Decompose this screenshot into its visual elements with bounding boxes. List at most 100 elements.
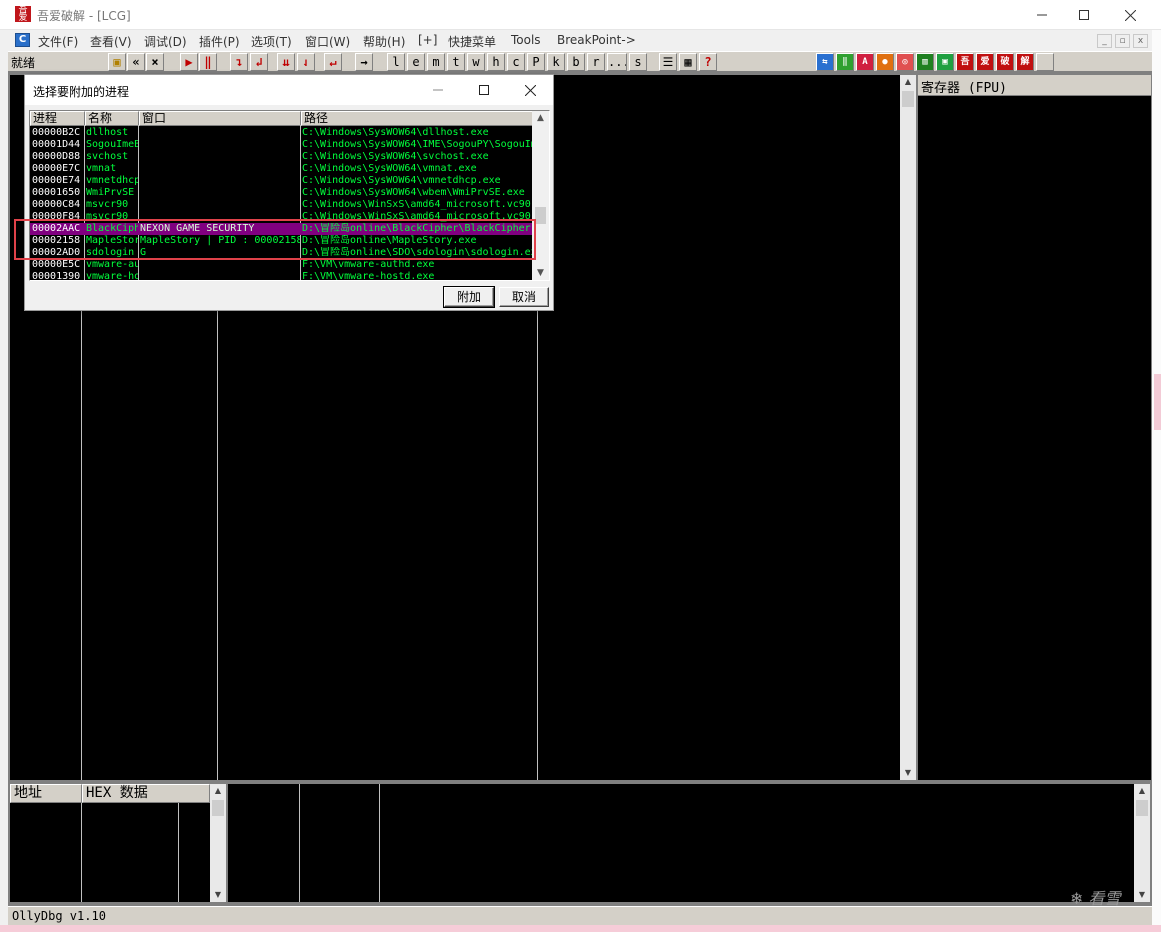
- scroll-down-icon[interactable]: ▼: [1134, 888, 1150, 902]
- stack-scrollbar[interactable]: ▲ ▼: [1134, 784, 1150, 902]
- mdi-close-button[interactable]: x: [1133, 34, 1148, 48]
- menu-window[interactable]: 窗口(W): [305, 33, 350, 50]
- appearance-icon[interactable]: ▦: [679, 53, 697, 71]
- tb-cpu-button[interactable]: c: [507, 53, 525, 71]
- tb-callstack-button[interactable]: k: [547, 53, 565, 71]
- close-debug-icon[interactable]: ×: [146, 53, 164, 71]
- scroll-up-icon[interactable]: ▲: [900, 75, 916, 89]
- tb-log-button[interactable]: l: [387, 53, 405, 71]
- scroll-thumb[interactable]: [1136, 800, 1148, 816]
- tb-breakpoints-button[interactable]: b: [567, 53, 585, 71]
- process-window: [140, 127, 300, 139]
- mdi-minimize-button[interactable]: _: [1097, 34, 1112, 48]
- tb-modules-button[interactable]: e: [407, 53, 425, 71]
- dump-scrollbar[interactable]: ▲ ▼: [210, 784, 226, 902]
- process-row[interactable]: 00000E5C vmware-authd F:\VM\vmware-authd.e…: [30, 259, 533, 271]
- menu-plugins[interactable]: 插件(P): [199, 33, 240, 50]
- tb-references-button[interactable]: r: [587, 53, 605, 71]
- menu-breakpoint[interactable]: BreakPoint->: [557, 33, 636, 47]
- maximize-button[interactable]: [1061, 0, 1107, 30]
- pause-plugin-icon[interactable]: ‖: [836, 53, 854, 71]
- scroll-up-icon[interactable]: ▲: [532, 111, 549, 125]
- menu-view[interactable]: 查看(V): [90, 33, 132, 50]
- menu-shortcuts[interactable]: 快捷菜单: [448, 33, 496, 50]
- tb-source-button[interactable]: s: [629, 53, 647, 71]
- process-row[interactable]: 00000B2C dllhost C:\Windows\SysWOW64\dllho…: [30, 127, 533, 139]
- minimize-button[interactable]: [1019, 0, 1065, 30]
- process-row[interactable]: 00000E7C vmnat C:\Windows\SysWOW64\vmnat.e…: [30, 163, 533, 175]
- scroll-down-icon[interactable]: ▼: [210, 888, 226, 902]
- tb-patches-button[interactable]: P: [527, 53, 545, 71]
- tb-handles-button[interactable]: h: [487, 53, 505, 71]
- circle-plugin-icon[interactable]: ●: [876, 53, 894, 71]
- col-header-pid[interactable]: 进程: [30, 111, 85, 126]
- watermark: ❄ 看雪: [1070, 889, 1121, 908]
- pause-icon[interactable]: ‖: [199, 53, 217, 71]
- scroll-down-icon[interactable]: ▼: [900, 766, 916, 780]
- plugin-po-button[interactable]: 破: [996, 53, 1014, 71]
- restart-icon[interactable]: «: [127, 53, 145, 71]
- list-icon[interactable]: ☰: [659, 53, 677, 71]
- plugin-jie-button[interactable]: 解: [1016, 53, 1034, 71]
- cpu-scrollbar[interactable]: ▲ ▼: [900, 75, 916, 780]
- cancel-button[interactable]: 取消: [499, 287, 549, 307]
- execute-till-return-icon[interactable]: ↵: [324, 53, 342, 71]
- tb-runtrace-button[interactable]: ...: [607, 53, 627, 71]
- scroll-thumb[interactable]: [535, 207, 546, 224]
- col-header-path[interactable]: 路径: [301, 111, 534, 126]
- stack-pane[interactable]: ▲ ▼: [228, 784, 1150, 902]
- cpu-window-icon[interactable]: C: [15, 33, 30, 47]
- step-into-icon[interactable]: ↴: [230, 53, 248, 71]
- target-plugin-icon[interactable]: ◎: [896, 53, 914, 71]
- dialog-minimize-button[interactable]: [415, 75, 461, 105]
- process-row[interactable]: 00000E74 vmnetdhcp C:\Windows\SysWOW64\vmn…: [30, 175, 533, 187]
- tb-windows-button[interactable]: w: [467, 53, 485, 71]
- scroll-up-icon[interactable]: ▲: [210, 784, 226, 798]
- process-row[interactable]: 00001390 vmware-hostd F:\VM\vmware-hostd.e…: [30, 271, 533, 280]
- scroll-up-icon[interactable]: ▲: [1134, 784, 1150, 798]
- menu-debug[interactable]: 调试(D): [144, 33, 187, 50]
- scroll-thumb[interactable]: [902, 91, 914, 107]
- dump-pane[interactable]: 地址 HEX 数据 ▲ ▼: [10, 784, 226, 902]
- attach-button[interactable]: 附加: [443, 286, 495, 308]
- tb-memory-button[interactable]: m: [427, 53, 445, 71]
- scroll-thumb[interactable]: [212, 800, 224, 816]
- screen-plugin-icon[interactable]: ▣: [936, 53, 954, 71]
- plugin-ai-button[interactable]: 爱: [976, 53, 994, 71]
- open-icon[interactable]: ▣: [108, 53, 126, 71]
- tb-threads-button[interactable]: t: [447, 53, 465, 71]
- animate-over-icon[interactable]: ⇃: [297, 53, 315, 71]
- plugin-wu-button[interactable]: 吾: [956, 53, 974, 71]
- process-row[interactable]: 00000D88 svchost C:\Windows\SysWOW64\svcho…: [30, 151, 533, 163]
- col-header-window[interactable]: 窗口: [139, 111, 301, 126]
- dialog-close-button[interactable]: [507, 75, 553, 105]
- go-to-icon[interactable]: →: [355, 53, 373, 71]
- help-icon[interactable]: ?: [699, 53, 717, 71]
- process-row[interactable]: 00001650 WmiPrvSE C:\Windows\SysWOW64\wbem…: [30, 187, 533, 199]
- close-icon: [524, 84, 536, 96]
- process-row[interactable]: 00000C84 msvcr90 C:\Windows\WinSxS\amd64_m…: [30, 199, 533, 211]
- animate-into-icon[interactable]: ⇊: [277, 53, 295, 71]
- step-over-icon[interactable]: ↲: [250, 53, 268, 71]
- bars-plugin-icon[interactable]: ▥: [916, 53, 934, 71]
- dump-hex-header[interactable]: HEX 数据: [82, 784, 210, 803]
- blank-toolbar-button[interactable]: [1036, 53, 1054, 71]
- window-frame: [0, 30, 8, 925]
- mdi-restore-button[interactable]: ▫: [1115, 34, 1130, 48]
- menu-help[interactable]: 帮助(H): [363, 33, 405, 50]
- registers-pane[interactable]: 寄存器 (FPU): [918, 75, 1151, 780]
- menu-options[interactable]: 选项(T): [251, 33, 292, 50]
- a-plugin-icon[interactable]: A: [856, 53, 874, 71]
- menu-file[interactable]: 文件(F): [38, 33, 78, 50]
- registers-header[interactable]: 寄存器 (FPU): [918, 75, 1151, 96]
- dump-address-header[interactable]: 地址: [10, 784, 82, 803]
- dialog-maximize-button[interactable]: [461, 75, 507, 105]
- menu-plus[interactable]: [+]: [418, 33, 437, 47]
- scroll-down-icon[interactable]: ▼: [532, 266, 549, 280]
- run-icon[interactable]: ▶: [180, 53, 198, 71]
- menu-tools[interactable]: Tools: [511, 33, 541, 47]
- process-row[interactable]: 00001D44 SogouImeBroker C:\Windows\SysWOW6…: [30, 139, 533, 151]
- refresh-plugin-icon[interactable]: ⇆: [816, 53, 834, 71]
- close-button[interactable]: [1107, 0, 1153, 30]
- col-header-name[interactable]: 名称: [85, 111, 139, 126]
